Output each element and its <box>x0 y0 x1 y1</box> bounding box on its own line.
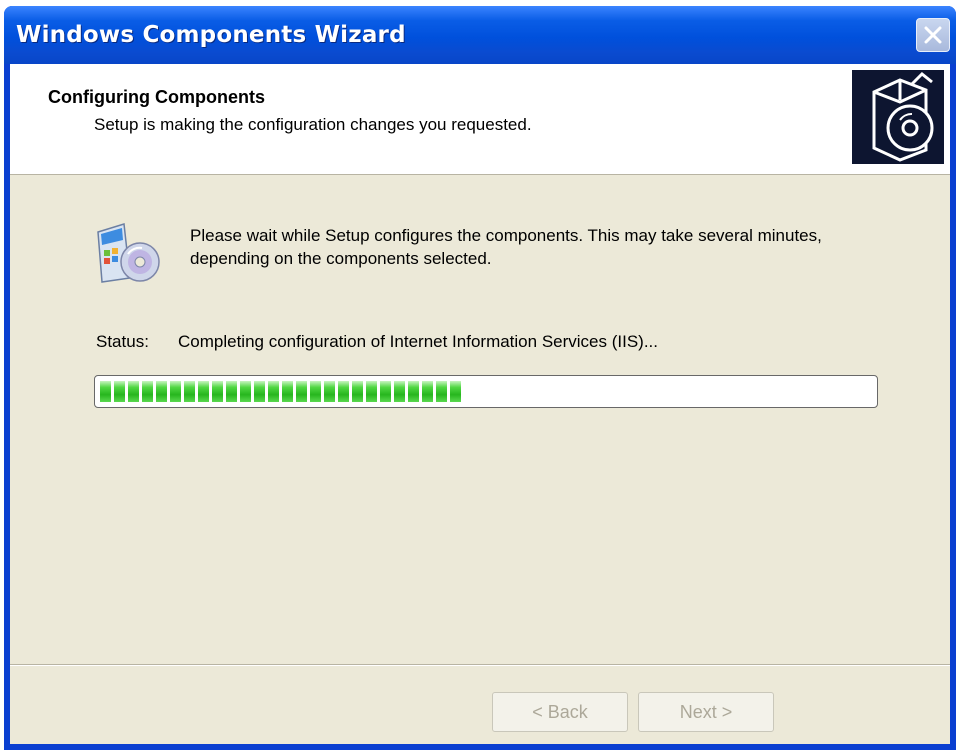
progress-block <box>142 381 153 402</box>
progress-fill <box>100 381 461 402</box>
progress-block <box>310 381 321 402</box>
footer-divider <box>10 664 950 666</box>
progress-block <box>422 381 433 402</box>
progress-block <box>296 381 307 402</box>
progress-block <box>352 381 363 402</box>
progress-block <box>184 381 195 402</box>
progress-block <box>366 381 377 402</box>
progress-block <box>380 381 391 402</box>
wizard-header: Configuring Components Setup is making t… <box>10 64 950 175</box>
progress-block <box>436 381 447 402</box>
progress-block <box>198 381 209 402</box>
setup-components-icon <box>92 218 164 286</box>
progress-block <box>170 381 181 402</box>
progress-bar <box>94 375 878 408</box>
progress-block <box>114 381 125 402</box>
progress-block <box>254 381 265 402</box>
progress-block <box>338 381 349 402</box>
software-box-cd-icon <box>852 70 944 164</box>
status-text: Completing configuration of Internet Inf… <box>178 332 659 351</box>
back-button[interactable]: < Back <box>492 692 628 732</box>
window-title: Windows Components Wizard <box>16 22 406 48</box>
close-icon <box>924 26 942 44</box>
progress-block <box>226 381 237 402</box>
progress-block <box>324 381 335 402</box>
progress-block <box>212 381 223 402</box>
wizard-content: Configuring Components Setup is making t… <box>10 64 950 744</box>
progress-block <box>450 381 461 402</box>
close-button[interactable] <box>916 18 950 52</box>
progress-block <box>394 381 405 402</box>
info-message: Please wait while Setup configures the c… <box>190 226 822 268</box>
progress-block <box>268 381 279 402</box>
wizard-window: Windows Components Wizard Configuring Co… <box>4 6 956 750</box>
progress-block <box>408 381 419 402</box>
progress-block <box>240 381 251 402</box>
page-subtitle: Setup is making the configuration change… <box>94 115 532 134</box>
next-button[interactable]: Next > <box>638 692 774 732</box>
page-title: Configuring Components <box>48 87 265 107</box>
progress-block <box>156 381 167 402</box>
progress-block <box>128 381 139 402</box>
title-bar[interactable]: Windows Components Wizard <box>4 6 956 64</box>
progress-block <box>100 381 111 402</box>
status-label: Status: <box>96 332 149 351</box>
progress-block <box>282 381 293 402</box>
